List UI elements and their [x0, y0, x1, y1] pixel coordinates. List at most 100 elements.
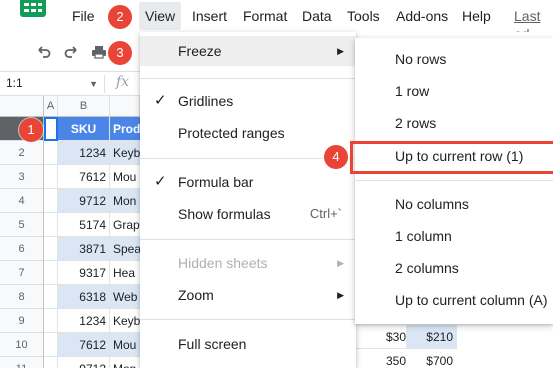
total-cell[interactable]: $700 [406, 349, 457, 368]
redo-icon[interactable] [61, 42, 81, 62]
row-header[interactable]: 5 [0, 213, 44, 237]
cell-a[interactable] [44, 165, 58, 189]
undo-icon[interactable] [34, 42, 54, 62]
sku-header-cell[interactable]: SKU [58, 117, 110, 141]
product-cell[interactable]: Grap [110, 213, 140, 237]
menu-item-formula-bar[interactable]: ✓ Formula bar [140, 167, 356, 197]
product-cell[interactable]: Keyb [110, 309, 140, 333]
product-cell[interactable]: Keyb [110, 141, 140, 165]
step-badge: 2 [108, 5, 132, 29]
sku-cell[interactable]: 5174 [58, 213, 110, 237]
menu-item-zoom[interactable]: Zoom ▶ [140, 280, 356, 310]
divider [104, 75, 105, 93]
sku-cell[interactable]: 9317 [58, 261, 110, 285]
row-header[interactable]: 4 [0, 189, 44, 213]
row-header[interactable]: 9 [0, 309, 44, 333]
menu-item-label: Gridlines [178, 93, 234, 109]
cell-a[interactable] [44, 141, 58, 165]
menu-data[interactable]: Data [302, 7, 332, 25]
cell-a[interactable] [44, 117, 58, 141]
freeze-2-columns[interactable]: 2 columns [355, 253, 553, 283]
product-cell[interactable]: Mou [110, 165, 140, 189]
checkmark-icon: ✓ [154, 173, 167, 190]
cell-a[interactable] [44, 261, 58, 285]
sheets-logo-icon[interactable] [20, 0, 46, 17]
sku-cell[interactable]: 7612 [58, 165, 110, 189]
price-cell[interactable]: 350 [356, 349, 406, 368]
row-header[interactable]: 3 [0, 165, 44, 189]
sku-cell[interactable]: 3871 [58, 237, 110, 261]
menu-item-hidden-sheets: Hidden sheets ▶ [140, 248, 356, 278]
divider [140, 319, 356, 320]
menu-insert[interactable]: Insert [192, 7, 227, 25]
product-cell[interactable]: Mou [110, 333, 140, 357]
sku-cell[interactable]: 9712 [58, 189, 110, 213]
freeze-no-columns[interactable]: No columns [355, 189, 553, 219]
freeze-2-rows[interactable]: 2 rows [355, 108, 553, 138]
menu-item-label: Zoom [178, 287, 214, 303]
row-header[interactable]: 11 [0, 357, 44, 368]
step-badge: 4 [324, 145, 348, 169]
submenu-arrow-icon: ▶ [337, 258, 344, 268]
freeze-no-rows[interactable]: No rows [355, 44, 553, 74]
row-header[interactable]: 7 [0, 261, 44, 285]
menu-view[interactable]: View [139, 2, 182, 30]
menu-item-gridlines[interactable]: ✓ Gridlines [140, 86, 356, 116]
menu-add-ons[interactable]: Add-ons [396, 7, 448, 25]
menu-help[interactable]: Help [462, 7, 491, 25]
cell-a[interactable] [44, 333, 58, 357]
print-icon[interactable] [89, 42, 109, 62]
row-header[interactable]: 10 [0, 333, 44, 357]
menu-item-full-screen[interactable]: Full screen [140, 329, 356, 359]
product-header-cell[interactable]: Prod [110, 117, 140, 141]
chevron-down-icon: ▼ [89, 79, 98, 89]
menu-tools[interactable]: Tools [347, 7, 380, 25]
menu-item-label: Full screen [178, 336, 247, 352]
freeze-1-row[interactable]: 1 row [355, 76, 553, 106]
menu-file[interactable]: File [72, 7, 95, 25]
product-cell[interactable]: Spea [110, 237, 140, 261]
cell-a[interactable] [44, 213, 58, 237]
freeze-up-to-current-column[interactable]: Up to current column (A) [355, 285, 553, 315]
sku-cell[interactable]: 6318 [58, 285, 110, 309]
menu-item-label: Protected ranges [178, 125, 285, 141]
freeze-1-column[interactable]: 1 column [355, 221, 553, 251]
product-cell[interactable]: Hea [110, 261, 140, 285]
row-header[interactable]: 6 [0, 237, 44, 261]
cell-a[interactable] [44, 237, 58, 261]
select-all-corner[interactable] [0, 96, 44, 117]
row-header[interactable]: 2 [0, 141, 44, 165]
divider [140, 239, 356, 240]
sku-cell[interactable]: 1234 [58, 309, 110, 333]
cell-a[interactable] [44, 285, 58, 309]
product-cell[interactable]: Mon [110, 357, 140, 368]
divider [140, 78, 356, 79]
shortcut-label: Ctrl+` [309, 206, 342, 221]
total-cell[interactable]: $210 [406, 325, 457, 349]
highlight-box [350, 141, 553, 174]
sku-cell[interactable]: 1234 [58, 141, 110, 165]
cell-a[interactable] [44, 309, 58, 333]
menu-item-freeze[interactable]: Freeze ▶ [140, 36, 356, 66]
product-cell[interactable]: Mon [110, 189, 140, 213]
sku-cell[interactable]: 7612 [58, 333, 110, 357]
product-cell[interactable]: Web [110, 285, 140, 309]
column-header-b[interactable]: B [58, 96, 110, 117]
menu-item-label: Formula bar [178, 174, 254, 190]
submenu-arrow-icon: ▶ [337, 290, 344, 300]
sku-cell[interactable]: 9712 [58, 357, 110, 368]
checkmark-icon: ✓ [154, 92, 167, 109]
menu-format[interactable]: Format [243, 7, 287, 25]
price-cell[interactable]: $30 [356, 325, 406, 349]
cell-a[interactable] [44, 189, 58, 213]
column-header-c[interactable] [110, 96, 140, 117]
menu-item-protected-ranges[interactable]: Protected ranges [140, 118, 356, 148]
divider [355, 180, 553, 181]
name-box[interactable]: 1:1 ▼ [6, 76, 100, 92]
menu-item-show-formulas[interactable]: Show formulas Ctrl+` [140, 199, 356, 229]
cell-a[interactable] [44, 357, 58, 368]
column-header-a[interactable]: A [44, 96, 58, 117]
view-menu: Freeze ▶ ✓ Gridlines Protected ranges ✓ … [140, 32, 356, 368]
menu-item-label: Freeze [178, 43, 222, 59]
row-header[interactable]: 8 [0, 285, 44, 309]
